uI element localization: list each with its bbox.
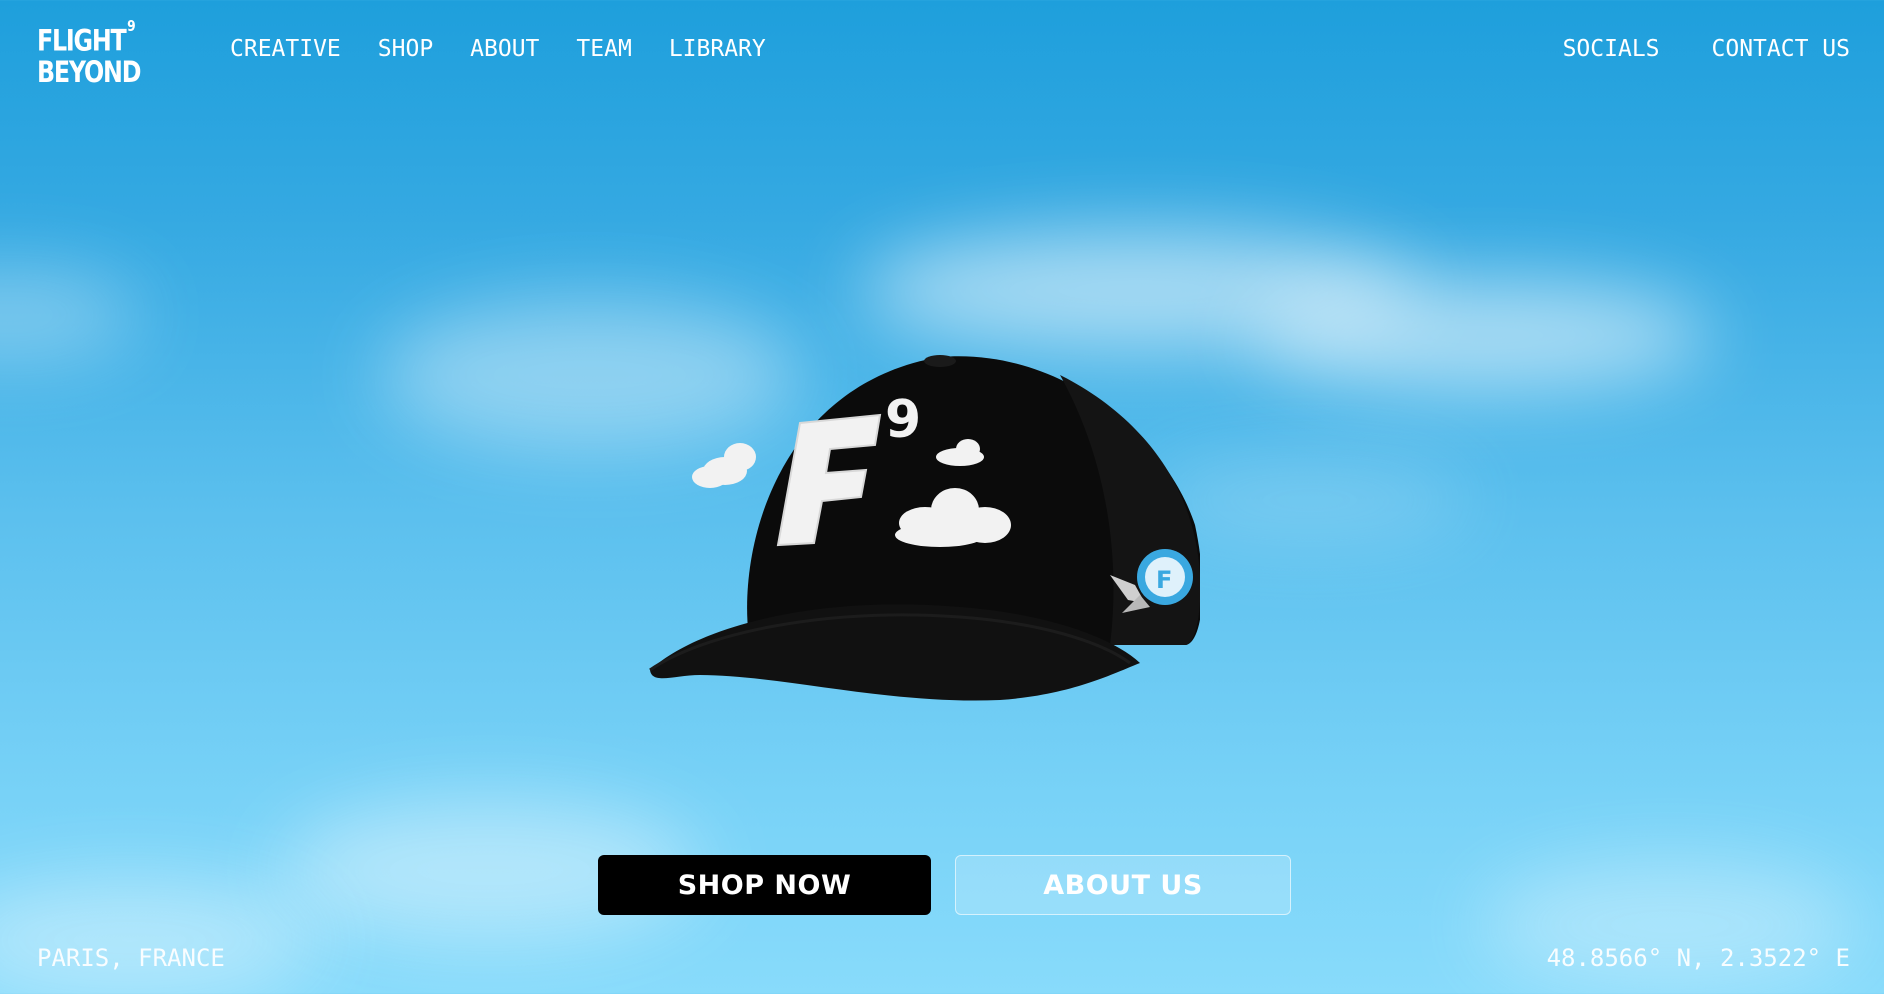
cap-illustration: 9 F: [649, 355, 1203, 701]
nav-item-contact-us[interactable]: CONTACT US: [1712, 34, 1850, 64]
nav-item-team[interactable]: TEAM: [576, 34, 631, 64]
brand-logo[interactable]: FLIGHT 9 BEYOND: [37, 17, 141, 89]
logo-superscript: 9: [127, 17, 136, 35]
hero-product-cap[interactable]: 9 F: [640, 345, 1203, 715]
nav-item-creative[interactable]: CREATIVE: [230, 34, 341, 64]
nav-item-library[interactable]: LIBRARY: [669, 34, 766, 64]
location-label: PARIS, FRANCE: [37, 944, 225, 972]
coordinates-label: 48.8566° N, 2.3522° E: [1546, 944, 1850, 972]
shop-now-button[interactable]: SHOP NOW: [598, 855, 931, 915]
secondary-nav: SOCIALS CONTACT US: [1511, 34, 1850, 64]
nav-item-shop[interactable]: SHOP: [378, 34, 433, 64]
svg-text:F: F: [1156, 566, 1172, 594]
nav-item-about[interactable]: ABOUT: [470, 34, 539, 64]
nav-item-socials[interactable]: SOCIALS: [1563, 34, 1660, 64]
main-nav: CREATIVE SHOP ABOUT TEAM LIBRARY: [230, 34, 803, 64]
svg-text:9: 9: [885, 390, 921, 450]
about-us-button[interactable]: ABOUT US: [955, 855, 1291, 915]
logo-line1: FLIGHT: [37, 23, 127, 58]
logo-line2: BEYOND: [37, 54, 141, 89]
